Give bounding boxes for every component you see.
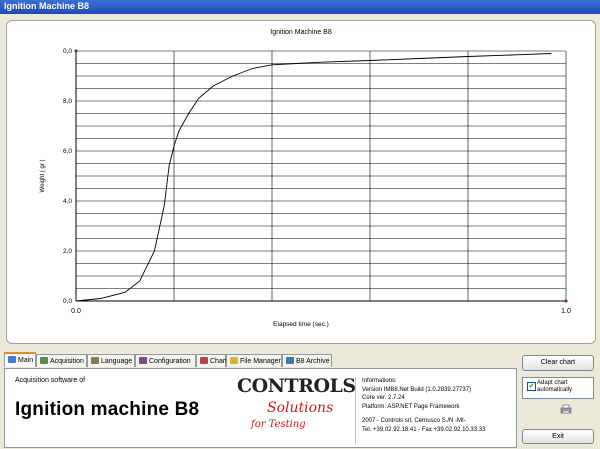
y-tick-label: 0,0 <box>63 48 72 55</box>
x-axis-label: Elapsed time (sec.) <box>273 321 329 328</box>
tab-configuration[interactable]: Configuration <box>135 354 196 367</box>
info-panel: Acquisition software of Ignition machine… <box>4 368 517 448</box>
x-tick-label: 0.0 <box>71 308 81 315</box>
adapt-chart-checkbox[interactable]: ✔ <box>527 382 536 391</box>
tab-label: Acquisition <box>50 358 84 365</box>
y-tick-label: 8,0 <box>63 98 72 105</box>
tab-b8-archive[interactable]: B8 Archive <box>282 354 332 367</box>
y-tick-label: 2,0 <box>63 248 72 255</box>
info-line: Core ver. 2.7.24 <box>362 395 405 401</box>
adapt-chart-group: ✔ Adapt chart automatically <box>522 377 594 399</box>
info-line: Informations: <box>362 378 397 384</box>
home-icon <box>8 356 16 363</box>
tab-chart[interactable]: Chart <box>196 354 228 367</box>
controls-logo: CONTROLS Solutions for Testing <box>237 375 356 439</box>
window-title: Ignition Machine B8 <box>4 1 90 11</box>
acquisition-icon <box>40 357 48 364</box>
info-line: Tel. +39.02.92.18.41 - Fax +39.02.92.10.… <box>362 426 486 433</box>
adapt-chart-label: Adapt chart automatically <box>537 380 572 394</box>
acquisition-label: Acquisition software of <box>15 377 86 384</box>
y-tick-label: 0,0 <box>63 298 72 305</box>
logo-controls-text: CONTROLS <box>237 375 356 397</box>
info-line: Version IMB8.Net Build (1.0.2839.27737) <box>362 386 472 393</box>
y-axis-label: Weight ( gr ) <box>40 160 46 193</box>
info-line: Platform: ASP.NET Page Framework <box>362 403 460 410</box>
configuration-icon <box>139 357 147 364</box>
y-axis-end-marker <box>74 49 78 53</box>
tab-label: Chart <box>210 358 228 365</box>
logo-solutions-text: Solutions <box>267 400 334 416</box>
adapt-chart-label-line2: automatically <box>537 387 573 393</box>
clear-chart-button[interactable]: Clear chart <box>522 355 594 371</box>
logo-for-testing-text: for Testing <box>251 419 306 430</box>
folder-icon <box>230 357 238 364</box>
y-tick-label: 4,0 <box>63 198 72 205</box>
info-line: 2007 - Controls srl, Cernusco S./N -MI- <box>362 418 466 424</box>
x-tick-label: 1.0 <box>561 308 571 315</box>
informations-box: Informations: Version IMB8.Net Build (1.0… <box>355 377 520 444</box>
title-bar: Ignition Machine B8 <box>0 0 600 14</box>
tab-main[interactable]: Main <box>4 352 36 367</box>
language-icon <box>91 357 99 364</box>
tab-language[interactable]: Language <box>87 354 135 367</box>
tab-label: B8 Archive <box>296 358 330 365</box>
chart-panel: Ignition Machine B8 0,0 2,0 4,0 6,0 8,0 0,0 0.… <box>6 20 596 344</box>
chart-svg: 0,0 2,0 4,0 6,0 8,0 0,0 0.0 1.0 Elapsed time (se… <box>40 48 571 328</box>
series-line <box>75 53 552 302</box>
y-tick-label: 6,0 <box>63 148 72 155</box>
x-axis-end-marker <box>564 299 568 303</box>
chart-icon <box>200 357 208 364</box>
app-title: Ignition machine B8 <box>15 399 200 420</box>
adapt-chart-label-line1: Adapt chart <box>537 380 568 386</box>
archive-icon <box>286 357 294 364</box>
exit-button[interactable]: Exit <box>522 429 594 444</box>
printer-icon[interactable] <box>560 404 572 414</box>
tab-label: File Manager <box>240 358 281 365</box>
tab-label: Configuration <box>149 358 191 365</box>
tab-file-manager[interactable]: File Manager <box>226 354 282 367</box>
tab-label: Language <box>101 358 133 365</box>
tab-label: Main <box>18 357 34 364</box>
tab-acquisition[interactable]: Acquisition <box>36 354 87 367</box>
